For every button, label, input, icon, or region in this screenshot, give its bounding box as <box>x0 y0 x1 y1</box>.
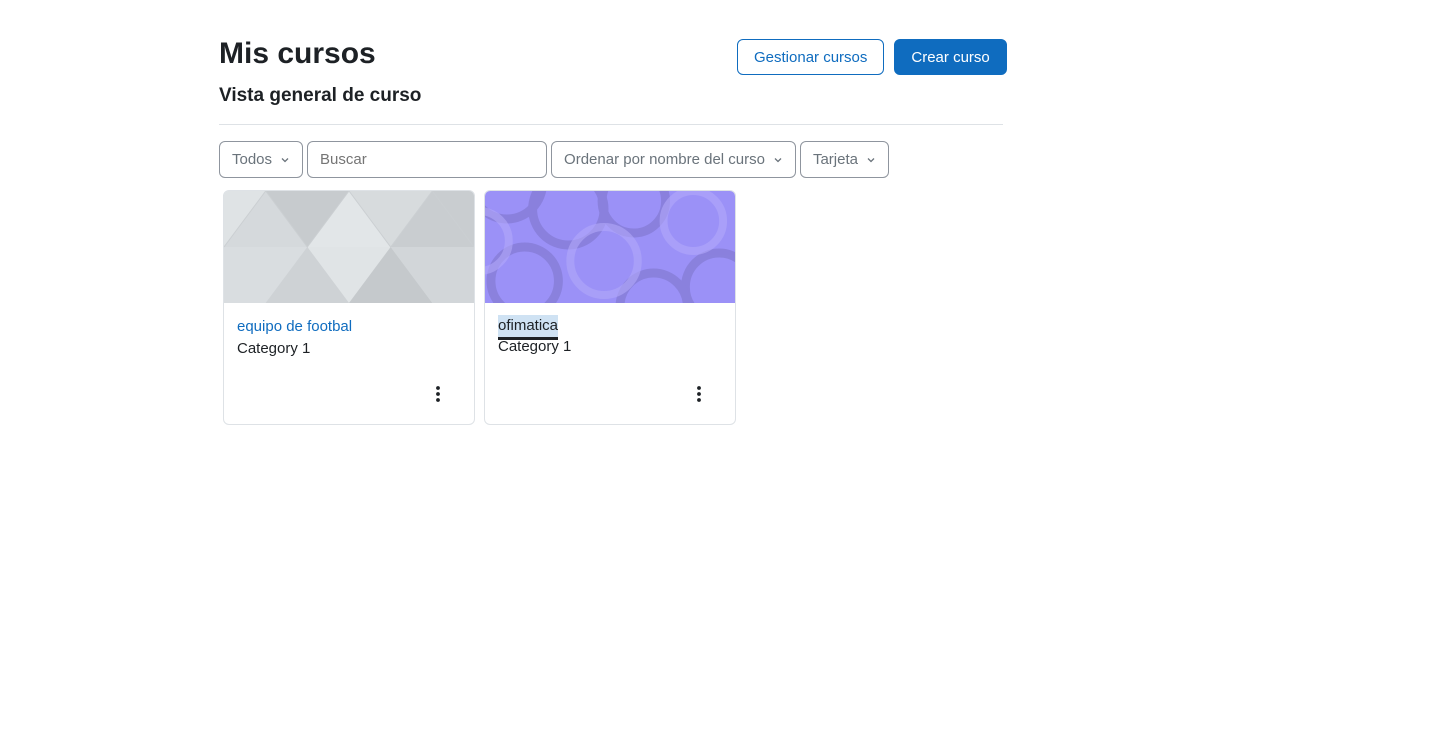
view-value: Tarjeta <box>812 151 858 168</box>
course-image[interactable] <box>485 191 735 303</box>
view-dropdown[interactable]: Tarjeta <box>799 141 889 178</box>
course-overview-title: Vista general de curso <box>219 85 422 106</box>
course-card: equipo de footbal Category 1 <box>223 190 475 425</box>
course-card-body: ofimatica Category 1 <box>498 315 571 357</box>
course-category: Category 1 <box>498 338 572 355</box>
grouping-dropdown[interactable]: Todos <box>219 141 304 178</box>
course-image[interactable] <box>224 191 474 303</box>
course-name-link[interactable]: equipo de footbal <box>237 315 352 339</box>
page-title: Mis cursos <box>219 37 376 70</box>
course-cards: equipo de footbal Category 1 ofimatica C… <box>223 190 736 425</box>
chevron-down-icon <box>867 157 875 162</box>
course-card-body: equipo de footbal Category 1 <box>237 315 352 359</box>
divider <box>219 124 1003 125</box>
course-category: Category 1 <box>237 340 311 357</box>
filters-bar: Todos Ordenar por nombre del curso Tarje… <box>219 141 889 178</box>
course-name-link[interactable]: ofimatica <box>498 315 559 337</box>
search-input[interactable] <box>307 141 548 178</box>
grouping-value: Todos <box>232 151 273 168</box>
course-card: ofimatica Category 1 <box>484 190 736 425</box>
sort-dropdown[interactable]: Ordenar por nombre del curso <box>551 141 796 178</box>
more-options-icon[interactable] <box>691 384 707 404</box>
more-options-icon[interactable] <box>430 384 446 404</box>
manage-courses-button[interactable]: Gestionar cursos <box>737 39 885 75</box>
header-actions: Gestionar cursos Crear curso <box>737 39 1007 75</box>
create-course-button[interactable]: Crear curso <box>894 39 1007 75</box>
chevron-down-icon <box>774 157 782 162</box>
sort-value: Ordenar por nombre del curso <box>564 151 765 168</box>
chevron-down-icon <box>281 157 289 162</box>
